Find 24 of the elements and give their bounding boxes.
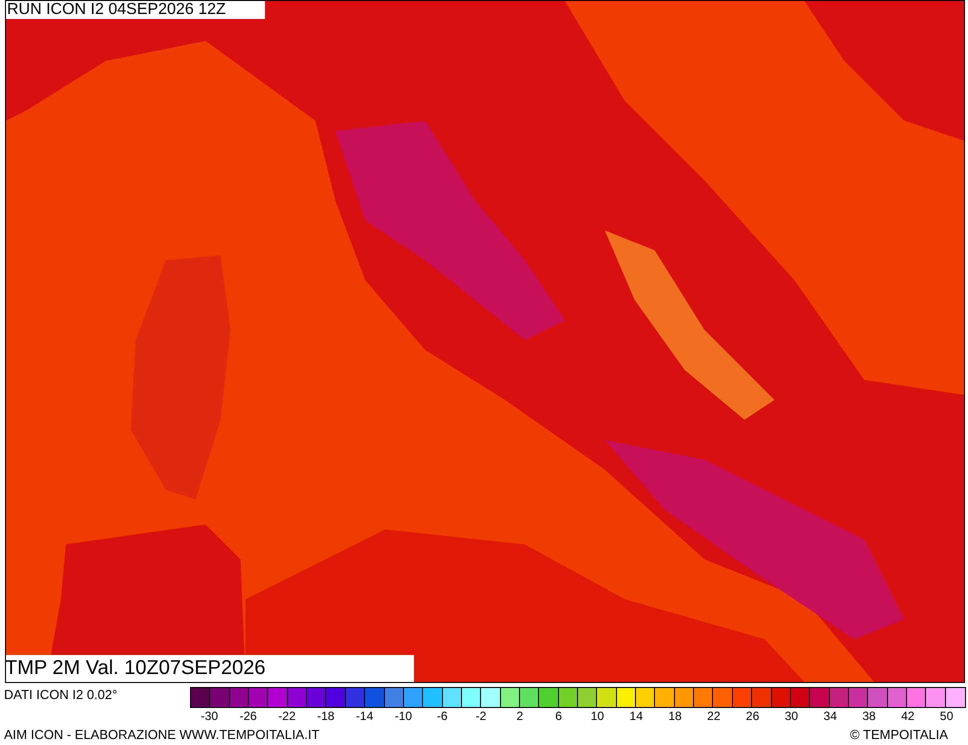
scale-tick-label: 6 (554, 708, 563, 724)
scale-tick-label: -30 (200, 708, 220, 724)
scale-tick-label: 26 (744, 708, 760, 724)
scale-tick-label: -2 (474, 708, 488, 724)
scale-tick-label: -10 (394, 708, 414, 724)
scale-tick-label: -14 (354, 708, 374, 724)
scale-tick-label: -22 (277, 708, 297, 724)
run-label: RUN ICON I2 04SEP2026 12Z (6, 1, 265, 19)
scale-tick-label: 10 (590, 708, 606, 724)
data-source-label: DATI ICON I2 0.02° (3, 687, 118, 704)
scale-tick-label: 22 (706, 708, 722, 724)
scale-tick-label: -6 (436, 708, 449, 724)
scale-tick-label: 30 (784, 708, 800, 724)
scale-tick-label: 2 (515, 708, 524, 724)
credit-text: AIM ICON - ELABORAZIONE WWW.TEMPOITALIA.IT (4, 727, 320, 743)
scale-tick-label: 38 (861, 708, 877, 724)
scale-tick-label: 42 (900, 708, 916, 724)
scale-tick-label: 14 (628, 708, 644, 724)
scale-tick-label: -18 (316, 708, 336, 724)
scale-tick-label: 50 (938, 708, 954, 724)
scale-tick-label: -26 (238, 708, 258, 724)
scale-tick-label: 34 (822, 708, 838, 724)
scale-tick-label: 18 (667, 708, 683, 724)
copyright-text: © TEMPOITALIA (850, 727, 948, 743)
